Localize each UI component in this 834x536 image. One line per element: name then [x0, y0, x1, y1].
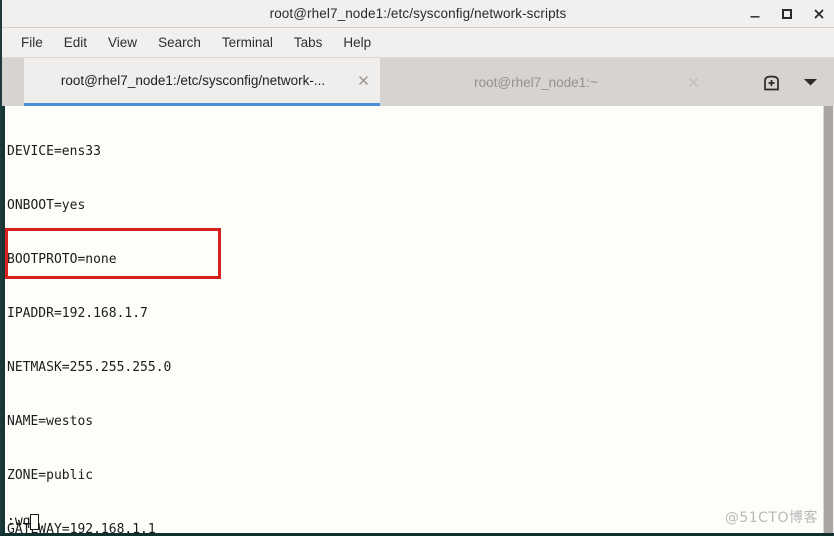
terminal-cursor: [30, 514, 40, 530]
file-line: ONBOOT=yes: [7, 198, 86, 213]
menu-bar: File Edit View Search Terminal Tabs Help: [2, 28, 834, 58]
file-line: IPADDR=192.168.1.7: [7, 306, 148, 321]
new-tab-icon[interactable]: [762, 73, 781, 92]
vim-command-text: :wq: [7, 514, 31, 529]
title-bar: root@rhel7_node1:/etc/sysconfig/network-…: [2, 0, 834, 28]
tab-bar-actions: [762, 58, 834, 106]
menu-item-tabs[interactable]: Tabs: [285, 32, 332, 53]
tab-bar: root@rhel7_node1:/etc/sysconfig/network-…: [2, 58, 834, 106]
maximize-icon[interactable]: [780, 7, 794, 21]
tab-close-icon-inactive[interactable]: [684, 73, 702, 91]
tab-home[interactable]: root@rhel7_node1:~: [380, 58, 710, 106]
terminal-window: root@rhel7_node1:/etc/sysconfig/network-…: [0, 0, 834, 536]
close-icon[interactable]: [812, 7, 826, 21]
terminal-left-edge: [2, 106, 5, 533]
tab-label-inactive: root@rhel7_node1:~: [474, 74, 598, 90]
vim-buffer: DEVICE=ens33 ONBOOT=yes BOOTPROTO=none I…: [7, 107, 820, 533]
terminal-content[interactable]: DEVICE=ens33 ONBOOT=yes BOOTPROTO=none I…: [2, 106, 834, 533]
window-title: root@rhel7_node1:/etc/sysconfig/network-…: [269, 6, 567, 21]
chevron-down-icon[interactable]: [803, 77, 818, 87]
menu-item-help[interactable]: Help: [334, 32, 380, 53]
window-controls: [748, 0, 826, 28]
file-line: BOOTPROTO=none: [7, 252, 117, 267]
vim-command-line: :wq: [7, 513, 40, 531]
scrollbar-thumb[interactable]: [824, 106, 833, 533]
menu-item-search[interactable]: Search: [149, 32, 210, 53]
menu-item-file[interactable]: File: [12, 32, 52, 53]
watermark: @51CTO博客: [724, 510, 818, 526]
tab-label-active: root@rhel7_node1:/etc/sysconfig/network-…: [60, 73, 326, 88]
tab-close-icon-active[interactable]: [354, 72, 372, 90]
file-line: ZONE=public: [7, 468, 94, 483]
file-line-gateway: GATEWAY=192.168.1.1: [7, 522, 156, 533]
tab-network-scripts[interactable]: root@rhel7_node1:/etc/sysconfig/network-…: [24, 58, 380, 106]
menu-item-terminal[interactable]: Terminal: [213, 32, 282, 53]
menu-item-edit[interactable]: Edit: [55, 32, 96, 53]
file-line: NAME=westos: [7, 414, 94, 429]
terminal-scrollbar[interactable]: [823, 106, 834, 533]
menu-item-view[interactable]: View: [99, 32, 146, 53]
file-line: DEVICE=ens33: [7, 144, 101, 159]
minimize-icon[interactable]: [748, 7, 762, 21]
file-line: NETMASK=255.255.255.0: [7, 360, 172, 375]
